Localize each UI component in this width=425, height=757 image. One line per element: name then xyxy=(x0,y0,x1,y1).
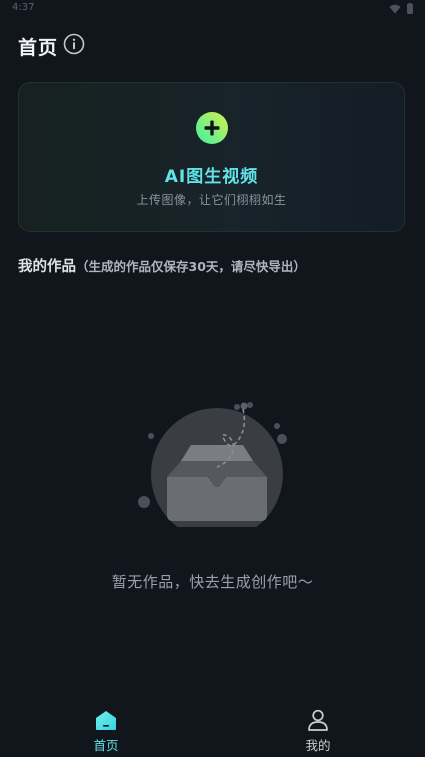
empty-state-text: 暂无作品，快去生成创作吧～ xyxy=(111,573,314,591)
status-icons xyxy=(389,3,413,14)
nav-item-home[interactable]: 首页 xyxy=(46,700,166,757)
my-works-heading: 我的作品（生成的作品仅保存30天，请尽快导出） xyxy=(18,255,306,276)
nav-label-home: 首页 xyxy=(93,738,119,753)
battery-icon xyxy=(407,3,413,14)
ai-image-to-video-card[interactable]: AI图生视频 上传图像，让它们栩栩如生 xyxy=(18,82,405,232)
nav-item-mine[interactable]: 我的 xyxy=(258,700,378,757)
wifi-icon xyxy=(389,4,401,13)
card-subtitle: 上传图像，让它们栩栩如生 xyxy=(136,193,287,207)
my-works-title: 我的作品 xyxy=(18,259,76,275)
my-works-note: （生成的作品仅保存30天，请尽快导出） xyxy=(76,259,306,274)
bottom-nav: 首页 我的 xyxy=(0,700,425,757)
nav-label-mine: 我的 xyxy=(305,738,331,753)
status-time: 4:37 xyxy=(12,2,35,13)
page-title: 首页 xyxy=(18,37,59,59)
empty-inbox-icon xyxy=(138,402,287,527)
info-icon[interactable] xyxy=(63,33,85,55)
home-icon xyxy=(96,711,116,730)
home-screen: 4:37 首页 AI图生视频 上传图像，让它们栩栩如生 我的作品（生成的作品仅保… xyxy=(0,0,425,757)
status-bar: 4:37 xyxy=(0,0,425,18)
user-icon xyxy=(308,709,328,731)
plus-circle-icon xyxy=(196,112,228,144)
card-title: AI图生视频 xyxy=(164,167,259,187)
